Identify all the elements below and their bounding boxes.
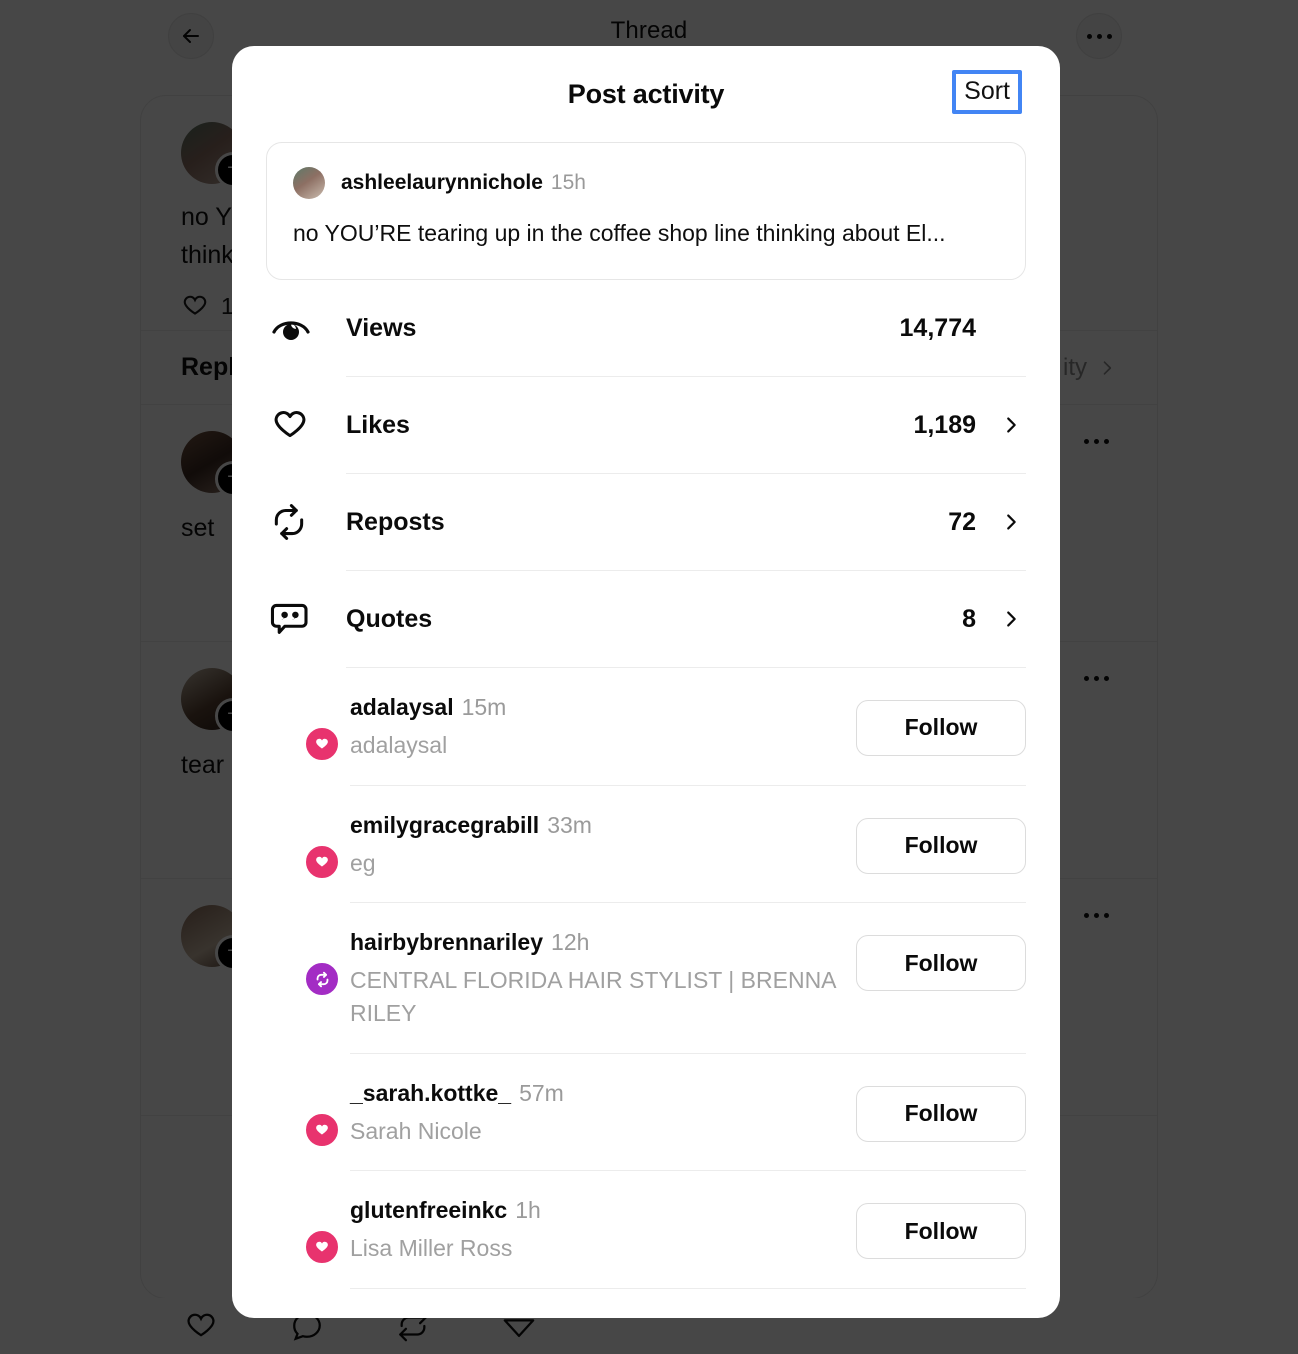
heart-icon [270,406,346,444]
eye-icon [270,311,346,345]
metric-value: 72 [948,507,976,536]
user-subtitle: Sarah Nicole [350,1117,482,1144]
post-preview-card[interactable]: ashleelaurynnichole 15h no YOU’RE tearing… [266,142,1026,280]
list-item[interactable]: glutenfreeinkc 1h Lisa Miller Ross Follow [270,1171,1026,1289]
like-badge-icon [304,1111,340,1148]
timestamp: 12h [551,929,590,956]
metric-value: 1,189 [913,410,976,439]
timestamp: 15m [461,693,507,720]
user-meta: hairbybrennariley 12h CENTRAL FLORIDA HAI… [350,927,856,1029]
post-preview-timestamp: 15h [550,171,586,194]
list-item[interactable]: hairbybrennariley 12h CENTRAL FLORIDA HAI… [270,903,1026,1054]
username: _grace_callyay_03 [350,1315,552,1318]
like-badge-icon [304,843,340,880]
chevron-right-icon [976,608,1026,630]
metric-label: Quotes [346,604,433,633]
page-title: Post activity [567,78,725,109]
quote-icon [270,600,346,638]
metric-value: 8 [962,604,976,633]
user-subtitle: adalaysal [350,731,448,758]
username: glutenfreeinkc [350,1197,508,1224]
post-preview-identity: ashleelaurynnichole 15h [341,171,586,195]
user-meta: _grace_callyay_0318m grace calle [350,1313,856,1318]
user-subtitle: Lisa Miller Ross [350,1235,513,1262]
metric-row-views[interactable]: Views 14,774 [270,280,1026,377]
modal-header: Post activity Sort [232,46,1060,142]
chevron-right-icon [976,414,1026,436]
metric-label: Likes [346,410,410,439]
avatar [293,167,325,199]
metric-value: 14,774 [899,313,976,342]
metric-label: Views [346,313,417,342]
timestamp: 18m [560,1315,605,1318]
metric-label: Reposts [346,507,445,536]
user-meta: emilygracegrabill 33m eg [350,810,856,880]
metric-row-quotes[interactable]: Quotes 8 [270,571,1026,668]
like-badge-icon [304,725,340,762]
user-meta: glutenfreeinkc 1h Lisa Miller Ross [350,1195,856,1265]
sort-button[interactable]: Sort [952,70,1022,115]
activity-user-list: adalaysal 15m adalaysal Follow emilygrac… [266,668,1026,1318]
repost-badge-icon [304,961,340,998]
timestamp: 1h [515,1197,541,1224]
user-subtitle: eg [350,849,376,876]
post-preview-header: ashleelaurynnichole 15h [293,167,999,199]
username: adalaysal [350,693,454,720]
metrics-list: Views 14,774 Likes 1,189 Reposts 72 Quot… [266,280,1026,668]
repost-icon [270,503,346,541]
like-badge-icon [304,1229,340,1266]
follow-button[interactable]: Follow [856,1203,1026,1260]
list-item[interactable]: emilygracegrabill 33m eg Follow [270,786,1026,904]
screen: Thread + no YOU'RE tearing up in the cof… [0,0,1298,1354]
follow-button[interactable]: Follow [856,817,1026,874]
username: _sarah.kottke_ [350,1079,512,1106]
follow-button[interactable]: Follow [856,699,1026,756]
modal-body: ashleelaurynnichole 15h no YOU’RE tearing… [232,142,1060,1318]
username: emilygracegrabill [350,811,540,838]
follow-button[interactable]: Follow [856,1085,1026,1142]
metric-row-reposts[interactable]: Reposts 72 [270,474,1026,571]
list-item[interactable]: _grace_callyay_0318m grace calle Follow [270,1289,1026,1318]
list-item[interactable]: _sarah.kottke_ 57m Sarah Nicole Follow [270,1054,1026,1172]
post-preview-text: no YOU’RE tearing up in the coffee shop … [293,220,946,246]
username: hairbybrennariley [350,929,544,956]
list-item[interactable]: adalaysal 15m adalaysal Follow [270,668,1026,786]
chevron-right-icon [976,511,1026,533]
post-activity-modal: Post activity Sort ashleelaurynnichole 15… [232,46,1060,1318]
timestamp: 57m [519,1079,564,1106]
metric-row-likes[interactable]: Likes 1,189 [270,377,1026,474]
follow-button[interactable]: Follow [856,935,1026,992]
timestamp: 33m [547,811,592,838]
user-subtitle: CENTRAL FLORIDA HAIR STYLIST | BRENNA RI… [350,967,836,1026]
user-meta: _sarah.kottke_ 57m Sarah Nicole [350,1078,856,1148]
user-meta: adalaysal 15m adalaysal [350,692,856,762]
post-preview-username: ashleelaurynnichole [341,171,543,194]
